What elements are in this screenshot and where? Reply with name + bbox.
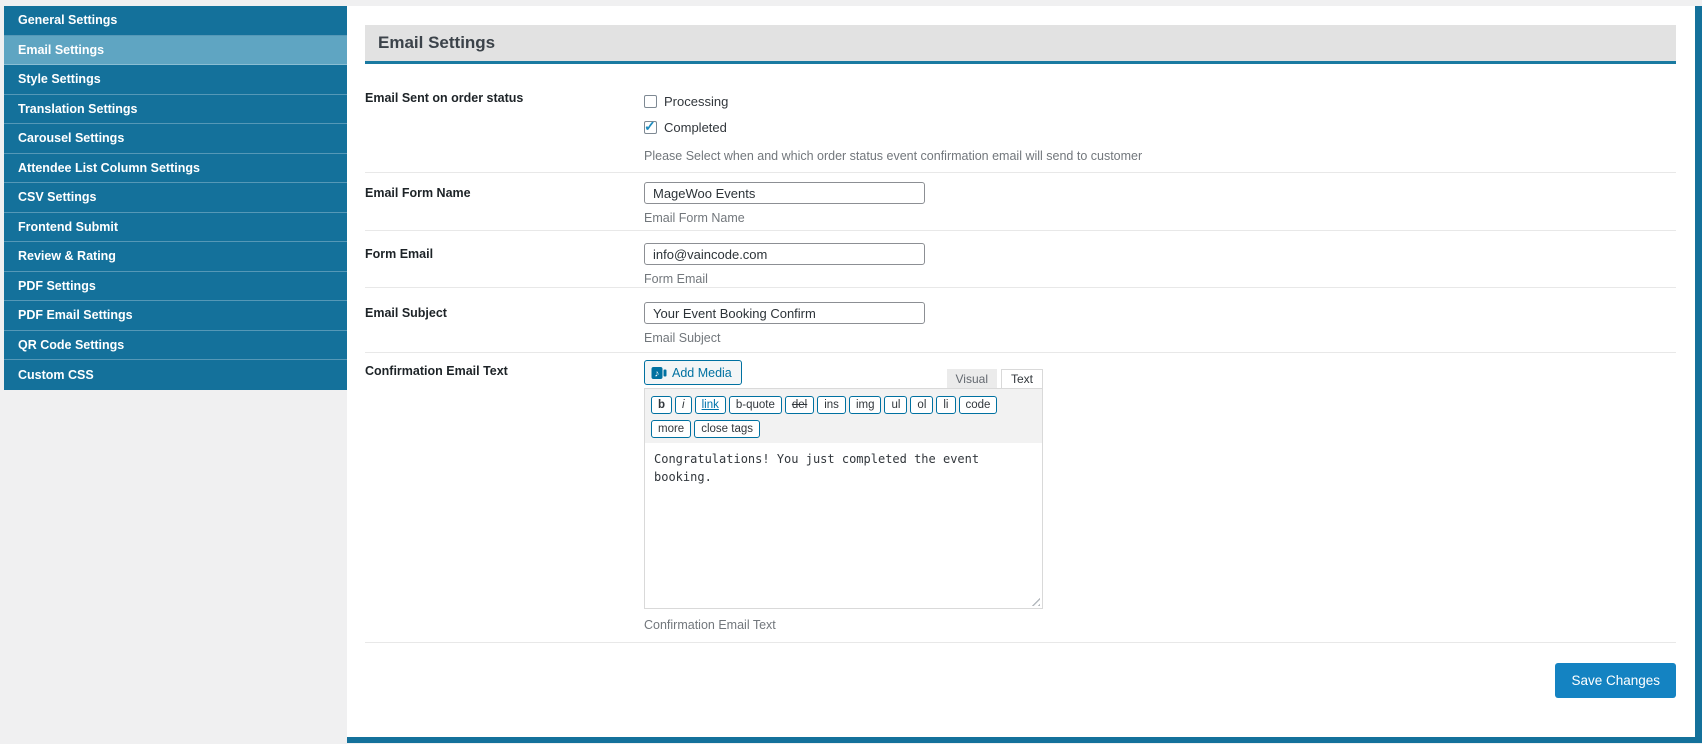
wp-editor: ♪ Add Media Visual Text b i link b-quote… bbox=[644, 360, 1043, 632]
quicktag-bold-button[interactable]: b bbox=[651, 396, 673, 414]
row-email-sent-on-order-status: Email Sent on order status ✓ Processing … bbox=[365, 64, 1676, 173]
add-media-button[interactable]: ♪ Add Media bbox=[644, 360, 742, 385]
svg-text:♪: ♪ bbox=[655, 368, 660, 379]
completed-checkbox-label: Completed bbox=[664, 120, 727, 135]
row-email-form-name: Email Form Name Email Form Name bbox=[365, 173, 1676, 231]
sidebar-item-email-settings[interactable]: Email Settings bbox=[4, 35, 347, 65]
quicktag-code-button[interactable]: code bbox=[958, 396, 998, 414]
completed-checkbox[interactable]: ✓ bbox=[644, 118, 657, 134]
sidebar-item-qr-code-settings[interactable]: QR Code Settings bbox=[4, 330, 347, 360]
quicktag-more-button[interactable]: more bbox=[651, 420, 692, 438]
sidebar-item-carousel-settings[interactable]: Carousel Settings bbox=[4, 124, 347, 154]
quicktag-close-tags-button[interactable]: close tags bbox=[694, 420, 760, 438]
email-settings-form: Email Sent on order status ✓ Processing … bbox=[365, 64, 1676, 698]
sidebar-item-pdf-email-settings[interactable]: PDF Email Settings bbox=[4, 301, 347, 331]
tab-text[interactable]: Text bbox=[1000, 369, 1043, 388]
row-form-email: Form Email Form Email bbox=[365, 231, 1676, 288]
row-submit: Save Changes bbox=[365, 643, 1676, 698]
quicktag-li-button[interactable]: li bbox=[936, 396, 956, 414]
email-form-name-help-text: Email Form Name bbox=[644, 211, 745, 225]
sidebar-item-translation-settings[interactable]: Translation Settings bbox=[4, 94, 347, 124]
sidebar-item-frontend-submit[interactable]: Frontend Submit bbox=[4, 212, 347, 242]
quicktag-del-button[interactable]: del bbox=[784, 396, 815, 414]
processing-checkbox[interactable]: ✓ bbox=[644, 95, 657, 108]
sidebar-item-style-settings[interactable]: Style Settings bbox=[4, 65, 347, 95]
sidebar-item-custom-css[interactable]: Custom CSS bbox=[4, 360, 347, 390]
editor-mode-tabs: Visual Text bbox=[946, 369, 1043, 388]
quicktag-link-button[interactable]: link bbox=[694, 396, 726, 414]
sidebar-item-review-rating[interactable]: Review & Rating bbox=[4, 242, 347, 272]
processing-checkbox-label: Processing bbox=[664, 94, 729, 109]
quicktag-ul-button[interactable]: ul bbox=[884, 396, 908, 414]
email-form-name-label: Email Form Name bbox=[365, 186, 471, 200]
sidebar-item-attendee-list-column-settings[interactable]: Attendee List Column Settings bbox=[4, 153, 347, 183]
page-title-bar: Email Settings bbox=[365, 25, 1676, 64]
email-subject-input[interactable] bbox=[644, 302, 925, 324]
confirmation-email-textarea[interactable]: Congratulations! You just completed the … bbox=[645, 443, 1042, 608]
email-form-name-input[interactable] bbox=[644, 182, 925, 204]
row-confirmation-email-text: Confirmation Email Text ♪ Add Media Visu… bbox=[365, 353, 1676, 643]
email-subject-help-text: Email Subject bbox=[644, 331, 721, 345]
confirmation-email-help-text: Confirmation Email Text bbox=[644, 618, 776, 632]
settings-sidebar: General Settings Email Settings Style Se… bbox=[4, 6, 347, 390]
confirmation-email-label: Confirmation Email Text bbox=[365, 364, 508, 378]
row-email-subject: Email Subject Email Subject bbox=[365, 288, 1676, 353]
media-icon: ♪ bbox=[651, 365, 667, 381]
sidebar-item-pdf-settings[interactable]: PDF Settings bbox=[4, 271, 347, 301]
form-email-label: Form Email bbox=[365, 247, 434, 261]
settings-content-panel: Email Settings Email Sent on order statu… bbox=[347, 6, 1702, 743]
sidebar-item-general-settings[interactable]: General Settings bbox=[4, 6, 347, 36]
save-changes-button[interactable]: Save Changes bbox=[1555, 663, 1676, 698]
quicktags-toolbar: b i link b-quote del ins img ul ol li co… bbox=[645, 389, 1042, 443]
page-title: Email Settings bbox=[378, 33, 496, 52]
tab-visual[interactable]: Visual bbox=[946, 369, 997, 388]
form-email-input[interactable] bbox=[644, 243, 925, 265]
quicktag-ins-button[interactable]: ins bbox=[817, 396, 846, 414]
quicktag-img-button[interactable]: img bbox=[848, 396, 882, 414]
quicktag-bquote-button[interactable]: b-quote bbox=[728, 396, 782, 414]
add-media-label: Add Media bbox=[672, 365, 732, 380]
quicktag-italic-button[interactable]: i bbox=[675, 396, 692, 414]
form-email-help-text: Form Email bbox=[644, 272, 708, 286]
order-status-help-text: Please Select when and which order statu… bbox=[644, 149, 1143, 163]
order-status-label: Email Sent on order status bbox=[365, 91, 524, 105]
checkmark-icon: ✓ bbox=[644, 118, 656, 134]
processing-checkbox-row[interactable]: ✓ Processing bbox=[644, 94, 1676, 109]
completed-checkbox-row[interactable]: ✓ Completed bbox=[644, 118, 1676, 135]
quicktag-ol-button[interactable]: ol bbox=[910, 396, 934, 414]
email-subject-label: Email Subject bbox=[365, 306, 447, 320]
sidebar-item-csv-settings[interactable]: CSV Settings bbox=[4, 183, 347, 213]
